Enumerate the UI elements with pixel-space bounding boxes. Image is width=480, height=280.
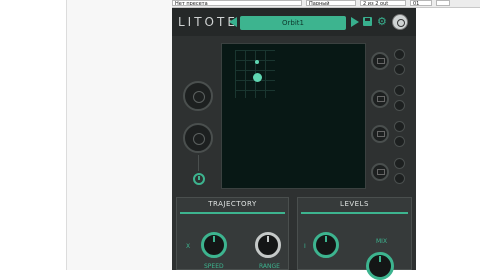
right-knob-3[interactable]	[371, 125, 389, 143]
power-icon[interactable]	[392, 14, 408, 30]
gear-icon[interactable]: ⚙	[377, 16, 387, 27]
right-small-2a[interactable]	[394, 85, 405, 96]
preset-name-display[interactable]: Orbit1	[240, 16, 346, 30]
trajectory-divider	[180, 212, 285, 214]
right-small-2b[interactable]	[394, 100, 405, 111]
right-knob-4[interactable]	[371, 163, 389, 181]
range-label: RANGE	[259, 263, 280, 270]
mix-knob[interactable]	[366, 252, 394, 280]
host-mid-panel	[66, 0, 173, 270]
right-knob-1[interactable]	[371, 52, 389, 70]
trajectory-point-small[interactable]	[255, 60, 259, 64]
plugin-window: LITOTE Orbit1 ⚙ TRAJECTORY X SPEED RANGE…	[172, 8, 416, 280]
enable-toggle[interactable]	[193, 173, 205, 185]
plugin-header: LITOTE Orbit1 ⚙	[172, 8, 416, 36]
axis-x-label: X	[186, 243, 191, 250]
speed-knob[interactable]	[201, 232, 227, 258]
trajectory-panel: TRAJECTORY X SPEED RANGE	[176, 197, 289, 270]
left-knob-top[interactable]	[183, 81, 213, 111]
right-small-4b[interactable]	[394, 173, 405, 184]
param-value-field[interactable]: 01	[410, 0, 432, 6]
input-level-label: I	[304, 243, 306, 250]
right-small-1a[interactable]	[394, 49, 405, 60]
right-small-1b[interactable]	[394, 64, 405, 75]
input-level-knob[interactable]	[313, 232, 339, 258]
trajectory-title: TRAJECTORY	[208, 200, 257, 208]
host-right-panel	[416, 0, 480, 270]
host-toolbar: Нет пресета Парный 2 из 2 out 01	[172, 0, 480, 8]
menu-button[interactable]	[436, 0, 450, 6]
mix-label: MIX	[376, 238, 388, 245]
right-knob-2[interactable]	[371, 90, 389, 108]
levels-panel: LEVELS I MIX	[297, 197, 412, 280]
pair-menu[interactable]: Парный	[306, 0, 356, 6]
levels-divider	[301, 212, 408, 214]
xy-pad[interactable]	[221, 43, 366, 189]
prev-preset-button[interactable]	[229, 17, 237, 27]
page-indicator: 2 из 2 out	[360, 0, 406, 6]
trajectory-point-main[interactable]	[253, 73, 262, 82]
left-knob-bottom[interactable]	[183, 123, 213, 153]
speed-label: SPEED	[204, 263, 224, 270]
preset-menu[interactable]: Нет пресета	[172, 0, 302, 6]
save-icon[interactable]	[363, 17, 372, 26]
host-left-panel	[0, 0, 66, 270]
right-small-3a[interactable]	[394, 121, 405, 132]
connector-line	[198, 155, 199, 171]
right-small-3b[interactable]	[394, 136, 405, 147]
range-knob[interactable]	[255, 232, 281, 258]
right-small-4a[interactable]	[394, 158, 405, 169]
levels-title: LEVELS	[340, 200, 369, 208]
next-preset-button[interactable]	[351, 17, 359, 27]
